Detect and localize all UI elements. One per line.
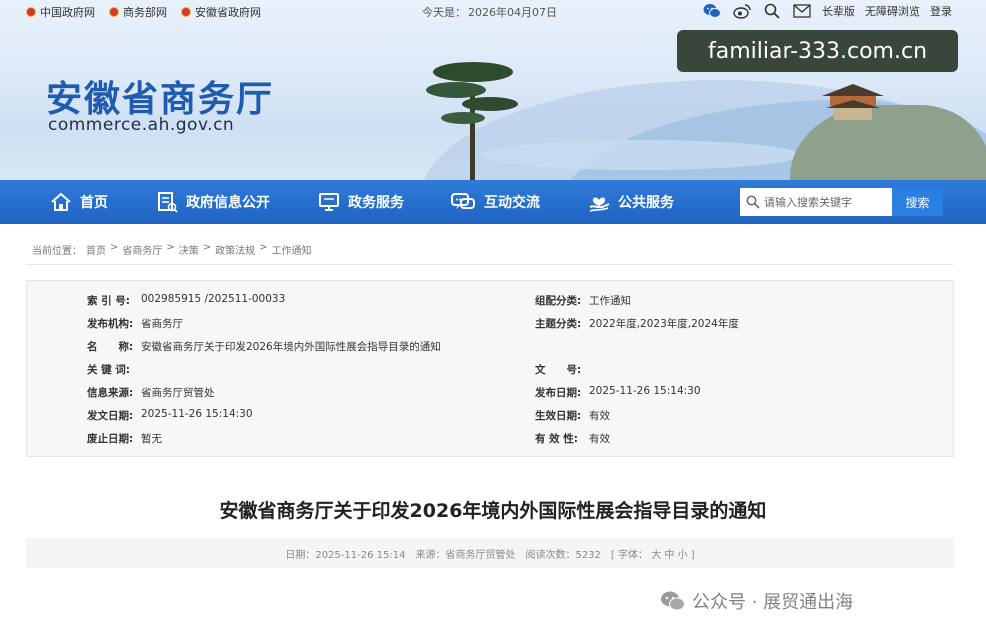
chat-icon (451, 193, 475, 209)
breadcrumb-department[interactable]: 省商务厅 (122, 242, 162, 257)
hand-heart-icon (589, 197, 610, 212)
breadcrumb-policies[interactable]: 政策法规 (215, 242, 255, 257)
info-effective-date: 生效日期: 有效 (535, 410, 610, 422)
nav-item-gov-services[interactable]: 政务服务 (318, 180, 404, 224)
search-input[interactable] (740, 188, 892, 216)
meta-views: 阅读次数：5232 (525, 549, 601, 561)
document-icon (158, 192, 178, 213)
top-utility-bar: 中国政府网 商务部网 安徽省政府网 今天是： 2026年04月07日 长辈版 无… (0, 0, 986, 22)
breadcrumb: 当前位置： 首页 > 省商务厅 > 决策 > 政策法规 > 工作通知 (32, 242, 312, 257)
info-index-no: 索 引 号: 002985915 /202511-00033 (87, 293, 286, 307)
info-release-date: 发布日期: 2025-11-26 15:14:30 (535, 385, 701, 399)
today-date: 今天是： 2026年04月07日 (422, 6, 557, 19)
weibo-icon[interactable] (732, 1, 752, 21)
emblem-icon (26, 7, 36, 17)
breadcrumb-home[interactable]: 首页 (86, 242, 106, 257)
elder-mode-link[interactable]: 长辈版 (822, 3, 855, 19)
emblem-icon (181, 7, 191, 17)
info-issue-date: 发文日期: 2025-11-26 15:14:30 (87, 408, 253, 422)
page-title: 安徽省商务厅关于印发2026年境内外国际性展会指导目录的通知 (219, 500, 767, 522)
overlay-watermark: familiar-333.com.cn (677, 30, 958, 72)
banner-pine-tree (426, 62, 518, 180)
document-info-panel: 索 引 号: 002985915 /202511-00033 组配分类: 工作通知 … (26, 280, 954, 457)
info-doc-no: 文 号: (535, 364, 582, 376)
bottom-watermark: 公众号 · 展贸通出海 (660, 588, 853, 614)
meta-source: 来源：省商务厅贸管处 (415, 549, 516, 561)
nav-item-home[interactable]: 首页 (50, 180, 108, 224)
info-publisher: 发布机构: 省商务厅 (87, 318, 183, 330)
link-mofcom[interactable]: 商务部网 (109, 4, 167, 20)
info-category: 组配分类: 工作通知 (535, 295, 631, 307)
wechat-icon[interactable] (702, 1, 722, 21)
nav-item-interaction[interactable]: 互动交流 (450, 180, 540, 224)
search-box: 搜索 (740, 188, 943, 216)
info-abolish-date: 废止日期: 暂无 (87, 433, 162, 445)
info-name: 名 称: 安徽省商务厅关于印发2026年境内外国际性展会指导目录的通知 (87, 341, 441, 353)
banner-lake (480, 140, 800, 170)
monitor-icon (319, 193, 339, 211)
top-tools: 长辈版 无障碍浏览 登录 (702, 1, 952, 21)
info-source: 信息来源: 省商务厅贸管处 (87, 387, 215, 399)
search-icon[interactable] (762, 1, 782, 21)
breadcrumb-divider (26, 264, 954, 265)
site-logo-domain: commerce.ah.gov.cn (48, 115, 235, 135)
search-input-icon (746, 195, 760, 209)
barrier-free-link[interactable]: 无障碍浏览 (865, 3, 920, 19)
font-size-medium[interactable]: 中 (664, 550, 674, 561)
article-meta-bar: 日期：2025-11-26 15:14 来源：省商务厅贸管处 阅读次数：5232… (26, 538, 954, 568)
info-topic: 主题分类: 2022年度,2023年度,2024年度 (535, 318, 739, 330)
gov-links: 中国政府网 商务部网 安徽省政府网 (26, 4, 261, 20)
nav-item-gov-info[interactable]: 政府信息公开 (156, 180, 270, 224)
info-keywords: 关 键 词: (87, 364, 131, 376)
login-link[interactable]: 登录 (930, 3, 952, 19)
info-validity: 有 效 性: 有效 (535, 433, 610, 445)
font-size-small[interactable]: 小 (678, 550, 688, 561)
nav-item-public-services[interactable]: 公共服务 (588, 180, 674, 224)
home-icon (51, 192, 71, 211)
banner-pavilion (822, 84, 884, 120)
search-button[interactable]: 搜索 (892, 188, 943, 216)
mail-icon[interactable] (792, 1, 812, 21)
header-banner: 中国政府网 商务部网 安徽省政府网 今天是： 2026年04月07日 长辈版 无… (0, 0, 986, 180)
meta-date: 日期：2025-11-26 15:14 (285, 549, 406, 561)
font-size-control: [ 字体： 大 中 小 ] (610, 549, 695, 561)
wechat-icon (661, 591, 685, 611)
page: 中国政府网 商务部网 安徽省政府网 今天是： 2026年04月07日 长辈版 无… (0, 0, 986, 639)
link-anhui-gov[interactable]: 安徽省政府网 (181, 4, 261, 20)
font-size-large[interactable]: 大 (651, 550, 661, 561)
emblem-icon (109, 7, 119, 17)
link-china-gov[interactable]: 中国政府网 (26, 4, 95, 20)
breadcrumb-decision[interactable]: 决策 (179, 242, 199, 257)
breadcrumb-work-notice[interactable]: 工作通知 (272, 242, 312, 257)
